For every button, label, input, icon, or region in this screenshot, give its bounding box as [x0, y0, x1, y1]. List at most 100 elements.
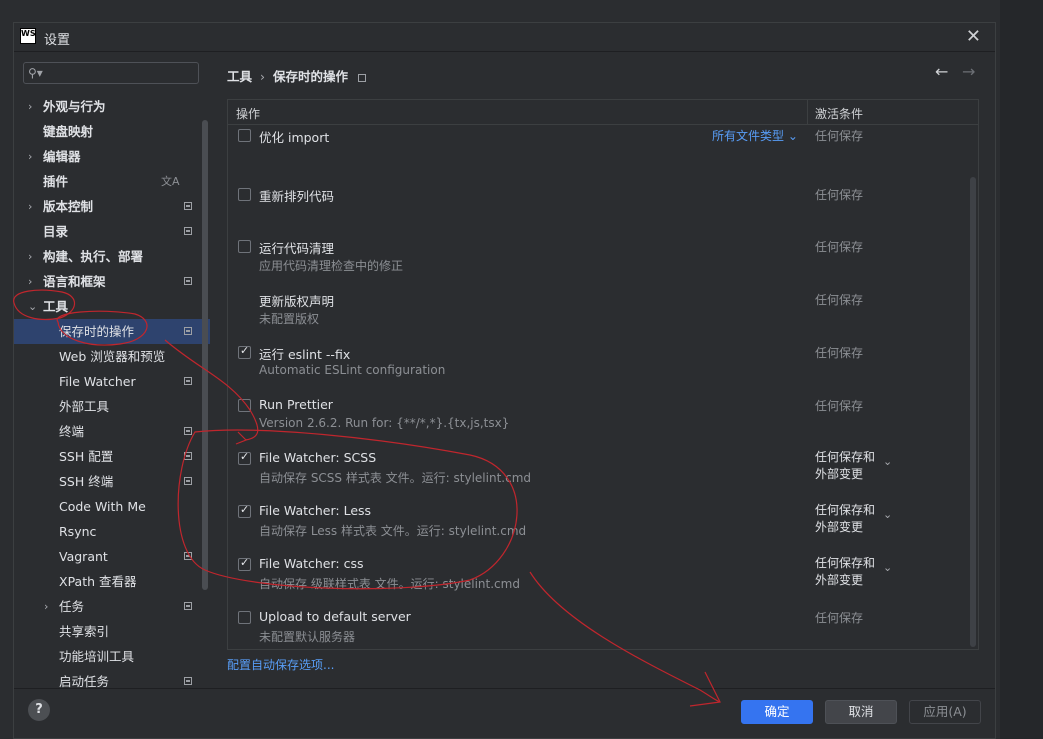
sidebar-item[interactable]: 功能培训工具: [14, 644, 210, 669]
activation-condition[interactable]: 任何保存和: [815, 449, 875, 466]
sidebar-item[interactable]: 保存时的操作: [14, 319, 210, 344]
table-row[interactable]: File Watcher: SCSS 自动保存 SCSS 样式表 文件。运行: s…: [228, 442, 968, 495]
webstorm-logo-icon: WS: [20, 28, 36, 44]
help-icon[interactable]: ?: [28, 699, 50, 721]
chevron-down-icon[interactable]: ⌄: [28, 294, 37, 319]
activation-condition[interactable]: 任何保存: [815, 127, 863, 144]
activation-condition-line2[interactable]: 外部变更: [815, 466, 863, 483]
close-icon[interactable]: ✕: [966, 26, 981, 47]
translate-icon: 文A: [161, 175, 180, 188]
file-type-dropdown[interactable]: 所有文件类型 ⌄: [712, 127, 798, 144]
action-checkbox[interactable]: [238, 503, 251, 518]
sidebar-item-label: 键盘映射: [43, 124, 94, 139]
sidebar-item[interactable]: 终端: [14, 419, 210, 444]
sidebar-item[interactable]: SSH 终端: [14, 469, 210, 494]
table-row[interactable]: File Watcher: css 自动保存 级联样式表 文件。运行: style…: [228, 548, 968, 601]
table-row[interactable]: 优化 import 所有文件类型 ⌄ 任何保存: [228, 124, 968, 177]
chevron-down-icon[interactable]: ⌄: [883, 508, 892, 521]
table-row[interactable]: 运行 eslint --fixAutomatic ESLint configur…: [228, 336, 968, 389]
ok-button[interactable]: 确定: [741, 700, 813, 724]
action-checkbox[interactable]: [238, 344, 251, 359]
activation-condition-line2[interactable]: 外部变更: [815, 572, 863, 589]
activation-condition[interactable]: 任何保存和: [815, 502, 875, 519]
table-row[interactable]: 更新版权声明 未配置版权 任何保存: [228, 283, 968, 336]
sidebar-item[interactable]: XPath 查看器: [14, 569, 210, 594]
sidebar-item[interactable]: File Watcher: [14, 369, 210, 394]
sidebar-item[interactable]: › 版本控制: [14, 194, 210, 219]
sidebar-item[interactable]: 外部工具: [14, 394, 210, 419]
sidebar-item[interactable]: Rsync: [14, 519, 210, 544]
action-checkbox[interactable]: [238, 129, 251, 142]
settings-dialog: WS 设置 ✕ ⚲▾ › 外观与行为 键盘映射 › 编辑器 插件 文A › 版本控制 目录 › 构建、…: [13, 22, 996, 739]
search-input[interactable]: ⚲▾: [23, 62, 199, 84]
action-checkbox[interactable]: [238, 611, 251, 624]
action-description: Automatic ESLint configuration: [259, 363, 446, 377]
table-row[interactable]: Upload to default server 未配置默认服务器 任何保存: [228, 601, 968, 649]
sidebar-item[interactable]: SSH 配置: [14, 444, 210, 469]
action-checkbox[interactable]: [238, 188, 251, 201]
breadcrumb-separator: ›: [260, 69, 266, 84]
back-arrow-icon[interactable]: ←: [935, 62, 948, 81]
table-header: 操作 激活条件: [228, 100, 978, 125]
table-row[interactable]: 重新排列代码 任何保存: [228, 177, 968, 230]
sidebar-item[interactable]: 键盘映射: [14, 119, 210, 144]
action-checkbox[interactable]: [238, 450, 251, 465]
activation-condition[interactable]: 任何保存和: [815, 555, 875, 572]
sidebar-item-label: File Watcher: [59, 374, 136, 389]
chevron-right-icon[interactable]: ›: [28, 144, 32, 169]
sidebar-item[interactable]: 共享索引: [14, 619, 210, 644]
sidebar-item[interactable]: › 编辑器: [14, 144, 210, 169]
sidebar-item[interactable]: › 任务: [14, 594, 210, 619]
action-title: 优化 import: [259, 130, 330, 145]
action-description: 自动保存 级联样式表 文件。运行: stylelint.cmd: [259, 577, 520, 591]
chevron-right-icon[interactable]: ›: [44, 594, 48, 619]
sidebar-item[interactable]: Vagrant: [14, 544, 210, 569]
apply-button[interactable]: 应用(A): [909, 700, 981, 724]
sidebar-item[interactable]: 启动任务: [14, 669, 210, 694]
column-header-condition[interactable]: 激活条件: [815, 105, 863, 122]
table-row[interactable]: Run Prettier Version 2.6.2. Run for: {**/…: [228, 389, 968, 442]
sidebar-item-label: 任务: [59, 599, 85, 614]
chevron-right-icon[interactable]: ›: [28, 194, 32, 219]
chevron-down-icon[interactable]: ⌄: [883, 561, 892, 574]
table-row[interactable]: File Watcher: Less 自动保存 Less 样式表 文件。运行: s…: [228, 495, 968, 548]
sidebar-item[interactable]: 目录: [14, 219, 210, 244]
breadcrumb-parent[interactable]: 工具: [227, 69, 252, 84]
action-description: 应用代码清理检查中的修正: [259, 259, 404, 273]
chevron-down-icon[interactable]: ⌄: [883, 455, 892, 468]
activation-condition[interactable]: 任何保存: [815, 186, 863, 203]
sidebar-item[interactable]: › 构建、执行、部署: [14, 244, 210, 269]
sidebar-item[interactable]: ⌄ 工具: [14, 294, 210, 319]
sidebar-item-label: SSH 配置: [59, 449, 114, 464]
activation-condition[interactable]: 任何保存: [815, 344, 863, 361]
sidebar-scrollbar[interactable]: [202, 120, 208, 590]
activation-condition[interactable]: 任何保存: [815, 238, 863, 255]
main-panel: 工具 › 保存时的操作 ← → 操作 激活条件 优化 import 所有文件类型 ⌄ 任…: [210, 52, 996, 688]
sidebar-item[interactable]: › 语言和框架: [14, 269, 210, 294]
table-scrollbar[interactable]: [970, 177, 976, 647]
column-header-ops[interactable]: 操作: [236, 105, 260, 122]
chevron-right-icon[interactable]: ›: [28, 244, 32, 269]
sidebar-item-label: 工具: [43, 299, 69, 314]
sidebar-item[interactable]: 插件 文A: [14, 169, 210, 194]
cancel-button[interactable]: 取消: [825, 700, 897, 724]
configure-autosave-link[interactable]: 配置自动保存选项...: [227, 656, 334, 673]
sidebar-item[interactable]: Code With Me: [14, 494, 210, 519]
chevron-right-icon[interactable]: ›: [28, 94, 32, 119]
activation-condition[interactable]: 任何保存: [815, 291, 863, 308]
activation-condition-line2[interactable]: 外部变更: [815, 519, 863, 536]
footer-divider: [14, 688, 995, 689]
activation-condition[interactable]: 任何保存: [815, 609, 863, 626]
action-checkbox[interactable]: [238, 399, 251, 412]
action-checkbox[interactable]: [238, 556, 251, 571]
action-title: Upload to default server: [259, 609, 411, 624]
table-row[interactable]: 运行代码清理 应用代码清理检查中的修正 任何保存: [228, 230, 968, 283]
sidebar-item-label: 外观与行为: [43, 99, 106, 114]
sidebar-item[interactable]: › 外观与行为: [14, 94, 210, 119]
action-checkbox[interactable]: [238, 240, 251, 253]
forward-arrow-icon[interactable]: →: [962, 62, 975, 81]
chevron-right-icon[interactable]: ›: [28, 269, 32, 294]
sidebar-item[interactable]: Web 浏览器和预览: [14, 344, 210, 369]
activation-condition[interactable]: 任何保存: [815, 397, 863, 414]
action-title: File Watcher: css: [259, 556, 364, 571]
